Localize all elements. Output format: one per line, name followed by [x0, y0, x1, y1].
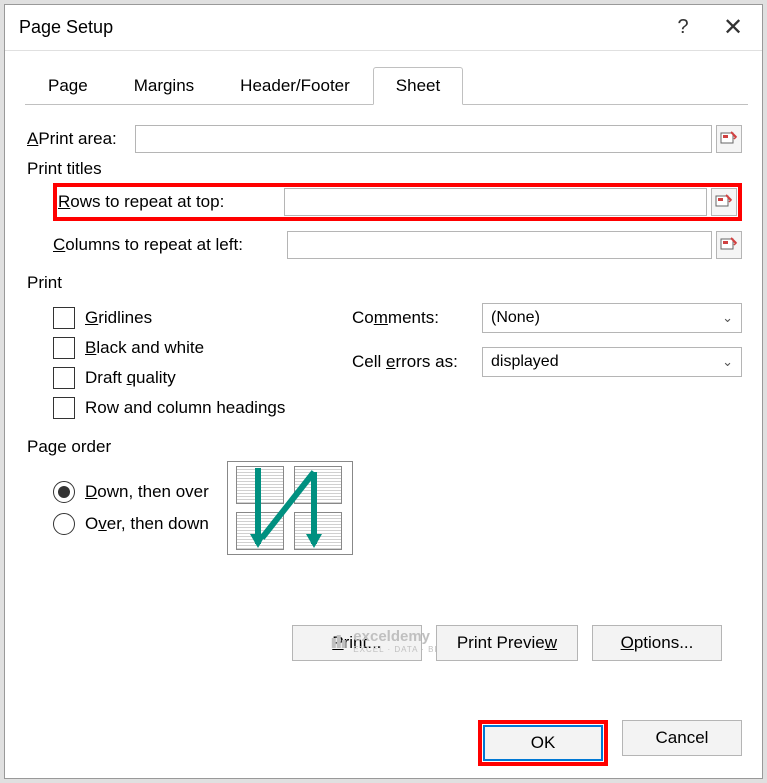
watermark-text: exceldemy: [353, 628, 437, 645]
ok-highlight: OK: [478, 720, 608, 766]
draft-checkbox[interactable]: [53, 367, 75, 389]
gridlines-label: Gridlines: [85, 308, 152, 328]
comments-dropdown[interactable]: (None) ⌄: [482, 303, 742, 333]
help-button[interactable]: ?: [658, 9, 708, 47]
ok-button[interactable]: OK: [483, 725, 603, 761]
down-then-over-label: Down, then over: [85, 482, 209, 502]
print-area-label: APrint area:Print area:: [27, 129, 135, 149]
watermark-icon: [329, 632, 347, 650]
close-icon: ✕: [723, 13, 743, 42]
close-button[interactable]: ✕: [708, 9, 758, 47]
collapse-icon: [720, 236, 738, 254]
black-white-checkbox[interactable]: [53, 337, 75, 359]
dialog-title: Page Setup: [19, 17, 658, 38]
page-order-image: [227, 461, 353, 555]
print-area-ref-button[interactable]: [716, 125, 742, 153]
black-white-label: Black and white: [85, 338, 204, 358]
collapse-icon: [715, 193, 733, 211]
rowcol-headings-label: Row and column headings: [85, 398, 285, 418]
watermark-sub: EXCEL · DATA · BI: [353, 645, 437, 654]
errors-dropdown[interactable]: displayed ⌄: [482, 347, 742, 377]
print-titles-group-label: Print titles: [27, 159, 742, 179]
page-setup-dialog: Page Setup ? ✕ Page Margins Header/Foote…: [4, 4, 763, 779]
tab-strip: Page Margins Header/Footer Sheet: [25, 65, 748, 105]
page-order-group-label: Page order: [27, 437, 742, 457]
comments-value: (None): [491, 309, 540, 327]
over-then-down-radio[interactable]: [53, 513, 75, 535]
tab-headerfooter[interactable]: Header/Footer: [217, 67, 373, 105]
watermark: exceldemy EXCEL · DATA · BI: [329, 628, 437, 654]
titlebar: Page Setup ? ✕: [5, 5, 762, 51]
comments-label: Comments:: [352, 308, 482, 328]
rows-repeat-ref-button[interactable]: [711, 188, 737, 216]
options-button[interactable]: Options...Options...: [592, 625, 722, 661]
cols-repeat-ref-button[interactable]: [716, 231, 742, 259]
help-icon: ?: [677, 16, 688, 39]
gridlines-checkbox[interactable]: [53, 307, 75, 329]
rowcol-headings-checkbox[interactable]: [53, 397, 75, 419]
print-area-input[interactable]: [135, 125, 712, 153]
draft-label: Draft quality: [85, 368, 176, 388]
rows-repeat-highlight: Rows to repeat at top:: [53, 183, 742, 221]
errors-value: displayed: [491, 353, 559, 371]
print-group-label: Print: [27, 273, 742, 293]
chevron-down-icon: ⌄: [722, 310, 733, 326]
cols-repeat-label: Columns to repeat at left:: [53, 235, 287, 255]
cancel-button[interactable]: Cancel: [622, 720, 742, 756]
rows-repeat-input[interactable]: [284, 188, 707, 216]
sheet-panel: APrint area:Print area: Print titles Row…: [5, 105, 762, 716]
tab-sheet[interactable]: Sheet: [373, 67, 463, 105]
print-preview-button[interactable]: Print PreviewPrint Preview: [436, 625, 578, 661]
errors-label: Cell errors as:: [352, 352, 482, 372]
down-then-over-radio[interactable]: [53, 481, 75, 503]
tab-page[interactable]: Page: [25, 67, 111, 105]
collapse-icon: [720, 130, 738, 148]
cols-repeat-input[interactable]: [287, 231, 712, 259]
chevron-down-icon: ⌄: [722, 354, 733, 370]
tab-margins[interactable]: Margins: [111, 67, 217, 105]
over-then-down-label: Over, then down: [85, 514, 209, 534]
rows-repeat-label: Rows to repeat at top:: [58, 192, 284, 212]
